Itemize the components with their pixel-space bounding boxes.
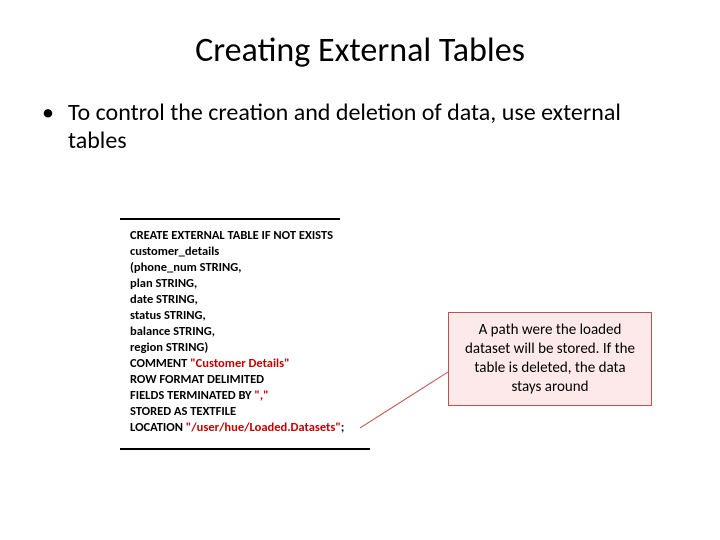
code-line: COMMENT "Customer Details" <box>130 356 344 372</box>
code-line: date STRING, <box>130 292 344 308</box>
code-line: STORED AS TEXTFILE <box>130 404 344 420</box>
code-line: ROW FORMAT DELIMITED <box>130 372 344 388</box>
code-line: plan STRING, <box>130 276 344 292</box>
code-line: LOCATION "/user/hue/Loaded.Datasets"; <box>130 420 344 436</box>
bullet-item: • To control the creation and deletion o… <box>0 99 720 155</box>
divider-top <box>120 218 340 220</box>
code-line: (phone_num STRING, <box>130 260 344 276</box>
code-line: FIELDS TERMINATED BY "," <box>130 388 344 404</box>
divider-bottom <box>120 448 370 450</box>
code-line: CREATE EXTERNAL TABLE IF NOT EXISTS <box>130 228 344 244</box>
bullet-text: To control the creation and deletion of … <box>68 99 680 155</box>
code-line: status STRING, <box>130 308 344 324</box>
slide-title: Creating External Tables <box>0 0 720 99</box>
callout-box: A path were the loaded dataset will be s… <box>448 312 652 406</box>
code-line: balance STRING, <box>130 324 344 340</box>
code-line: region STRING) <box>130 340 344 356</box>
callout-connector-line <box>360 370 450 430</box>
sql-code-block: CREATE EXTERNAL TABLE IF NOT EXISTS cust… <box>130 228 344 436</box>
bullet-marker: • <box>42 99 54 127</box>
code-line: customer_details <box>130 244 344 260</box>
